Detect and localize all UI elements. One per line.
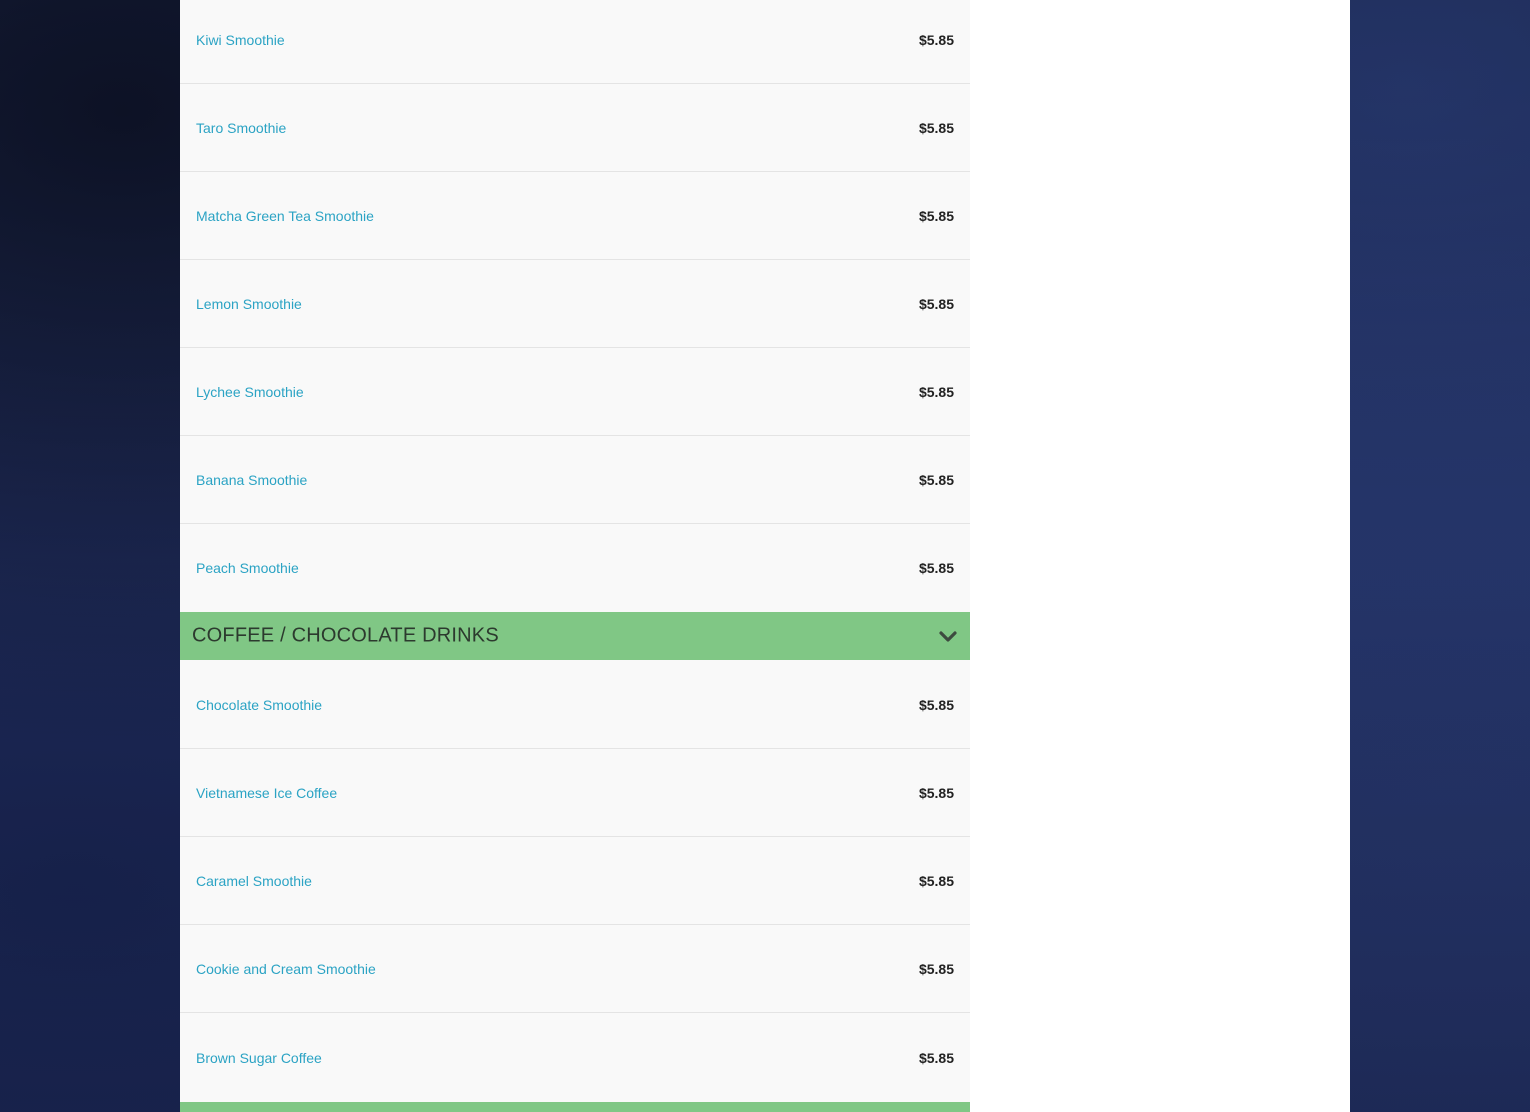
menu-item-row[interactable]: Banana Smoothie $5.85 bbox=[180, 436, 970, 524]
menu-item-price: $5.85 bbox=[918, 383, 954, 400]
menu-list: Kiwi Smoothie $5.85 Taro Smoothie $5.85 … bbox=[180, 0, 970, 1112]
menu-item-price: $5.85 bbox=[918, 560, 954, 576]
menu-item-price: $5.85 bbox=[918, 872, 954, 889]
menu-item-name[interactable]: Caramel Smoothie bbox=[196, 873, 312, 889]
menu-item-price: $5.85 bbox=[918, 696, 954, 713]
category-header-next[interactable] bbox=[180, 1102, 970, 1112]
menu-item-price: $5.85 bbox=[918, 295, 954, 312]
menu-item-row[interactable]: Lemon Smoothie $5.85 bbox=[180, 260, 970, 348]
menu-item-row[interactable]: Cookie and Cream Smoothie $5.85 bbox=[180, 925, 970, 1013]
menu-item-price: $5.85 bbox=[918, 207, 954, 224]
menu-item-price: $5.85 bbox=[918, 119, 954, 136]
menu-item-name[interactable]: Cookie and Cream Smoothie bbox=[196, 961, 376, 977]
menu-item-price: $5.85 bbox=[918, 784, 954, 801]
menu-item-row[interactable]: Kiwi Smoothie $5.85 bbox=[180, 0, 970, 84]
menu-item-row[interactable]: Peach Smoothie $5.85 bbox=[180, 524, 970, 612]
menu-item-name[interactable]: Matcha Green Tea Smoothie bbox=[196, 208, 374, 224]
menu-item-row[interactable]: Vietnamese Ice Coffee $5.85 bbox=[180, 749, 970, 837]
menu-item-price: $5.85 bbox=[918, 1049, 954, 1066]
menu-item-row[interactable]: Matcha Green Tea Smoothie $5.85 bbox=[180, 172, 970, 260]
menu-item-name[interactable]: Kiwi Smoothie bbox=[196, 32, 285, 48]
menu-item-row[interactable]: Caramel Smoothie $5.85 bbox=[180, 837, 970, 925]
menu-item-price: $5.85 bbox=[918, 31, 954, 48]
menu-item-name[interactable]: Vietnamese Ice Coffee bbox=[196, 785, 337, 801]
menu-item-name[interactable]: Taro Smoothie bbox=[196, 120, 286, 136]
menu-item-price: $5.85 bbox=[918, 960, 954, 977]
menu-item-name[interactable]: Peach Smoothie bbox=[196, 560, 299, 576]
menu-item-row[interactable]: Taro Smoothie $5.85 bbox=[180, 84, 970, 172]
menu-item-row[interactable]: Lychee Smoothie $5.85 bbox=[180, 348, 970, 436]
chevron-down-icon[interactable] bbox=[938, 629, 958, 643]
menu-item-name[interactable]: Lemon Smoothie bbox=[196, 296, 302, 312]
menu-item-row[interactable]: Brown Sugar Coffee $5.85 bbox=[180, 1013, 970, 1102]
menu-item-name[interactable]: Banana Smoothie bbox=[196, 472, 307, 488]
menu-item-name[interactable]: Brown Sugar Coffee bbox=[196, 1050, 322, 1066]
category-header-coffee-chocolate[interactable]: COFFEE / CHOCOLATE DRINKS bbox=[180, 612, 970, 660]
page-container: Kiwi Smoothie $5.85 Taro Smoothie $5.85 … bbox=[180, 0, 1350, 1112]
category-title: COFFEE / CHOCOLATE DRINKS bbox=[192, 624, 499, 647]
menu-item-name[interactable]: Lychee Smoothie bbox=[196, 384, 304, 400]
menu-item-price: $5.85 bbox=[918, 471, 954, 488]
menu-item-name[interactable]: Chocolate Smoothie bbox=[196, 697, 322, 713]
menu-item-row[interactable]: Chocolate Smoothie $5.85 bbox=[180, 661, 970, 749]
